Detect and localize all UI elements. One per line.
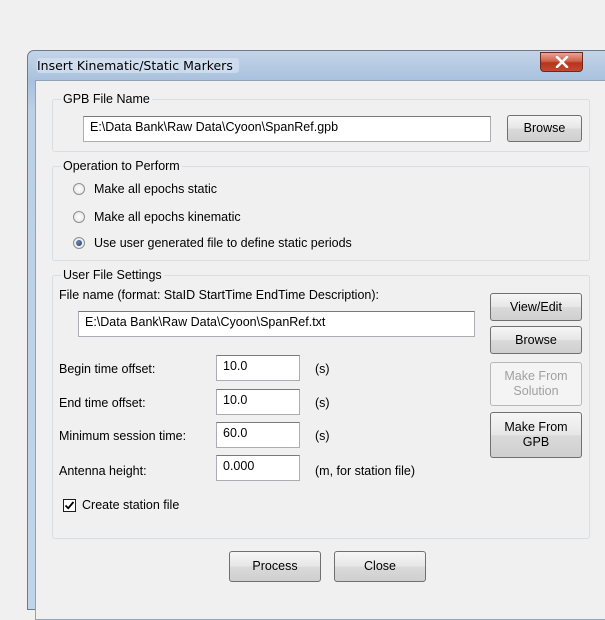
gpb-file-legend: GPB File Name [61, 92, 152, 106]
close-window-button[interactable] [540, 52, 583, 72]
radio-label: Make all epochs kinematic [94, 210, 241, 224]
view-edit-button[interactable]: View/Edit [490, 293, 582, 321]
gpb-browse-button[interactable]: Browse [507, 115, 582, 142]
user-file-legend: User File Settings [61, 268, 164, 282]
min-session-input[interactable]: 60.0 [216, 422, 300, 448]
close-button[interactable]: Close [334, 551, 426, 582]
create-station-label: Create station file [82, 498, 180, 512]
dialog-client-area: GPB File Name E:\Data Bank\Raw Data\Cyoo… [35, 80, 605, 620]
title-bar[interactable]: Insert Kinematic/Static Markers [28, 51, 605, 79]
radio-button[interactable] [73, 183, 85, 195]
radio-button[interactable] [73, 211, 85, 223]
make-from-solution-button[interactable]: Make From Solution [490, 362, 582, 406]
radio-label: Use user generated file to define static… [94, 236, 352, 250]
create-station-checkbox[interactable] [63, 498, 76, 512]
gpb-file-input[interactable]: E:\Data Bank\Raw Data\Cyoon\SpanRef.gpb [83, 116, 491, 142]
min-session-unit: (s) [315, 429, 330, 443]
begin-offset-unit: (s) [315, 362, 330, 376]
begin-offset-label: Begin time offset: [59, 362, 156, 376]
create-station-file-option[interactable]: Create station file [63, 498, 179, 512]
end-offset-unit: (s) [315, 396, 330, 410]
radio-option-user-file[interactable]: Use user generated file to define static… [73, 236, 352, 250]
close-icon [555, 56, 568, 68]
end-offset-label: End time offset: [59, 396, 146, 410]
user-browse-button[interactable]: Browse [490, 326, 582, 354]
antenna-height-label: Antenna height: [59, 464, 147, 478]
end-offset-input[interactable]: 10.0 [216, 389, 300, 415]
checkmark-icon [64, 500, 75, 510]
antenna-height-unit: (m, for station file) [315, 464, 416, 478]
background-strip [0, 0, 605, 34]
begin-offset-input[interactable]: 10.0 [216, 355, 300, 381]
window-title: Insert Kinematic/Static Markers [37, 58, 239, 73]
user-file-group: User File Settings File name (format: St… [52, 268, 590, 539]
radio-option-static[interactable]: Make all epochs static [73, 182, 217, 196]
radio-button-selected[interactable] [73, 237, 85, 249]
process-button[interactable]: Process [229, 551, 321, 582]
operation-legend: Operation to Perform [61, 159, 182, 173]
radio-option-kinematic[interactable]: Make all epochs kinematic [73, 210, 241, 224]
radio-label: Make all epochs static [94, 182, 217, 196]
user-filename-input[interactable]: E:\Data Bank\Raw Data\Cyoon\SpanRef.txt [78, 311, 475, 337]
min-session-label: Minimum session time: [59, 429, 187, 443]
gpb-file-group: GPB File Name E:\Data Bank\Raw Data\Cyoo… [52, 92, 590, 152]
antenna-height-input[interactable]: 0.000 [216, 455, 300, 481]
make-from-gpb-button[interactable]: Make From GPB [490, 412, 582, 458]
operation-group: Operation to Perform Make all epochs sta… [52, 159, 590, 261]
dialog-window: Insert Kinematic/Static Markers GPB File… [27, 50, 605, 620]
filename-label: File name (format: StaID StartTime EndTi… [59, 288, 379, 302]
